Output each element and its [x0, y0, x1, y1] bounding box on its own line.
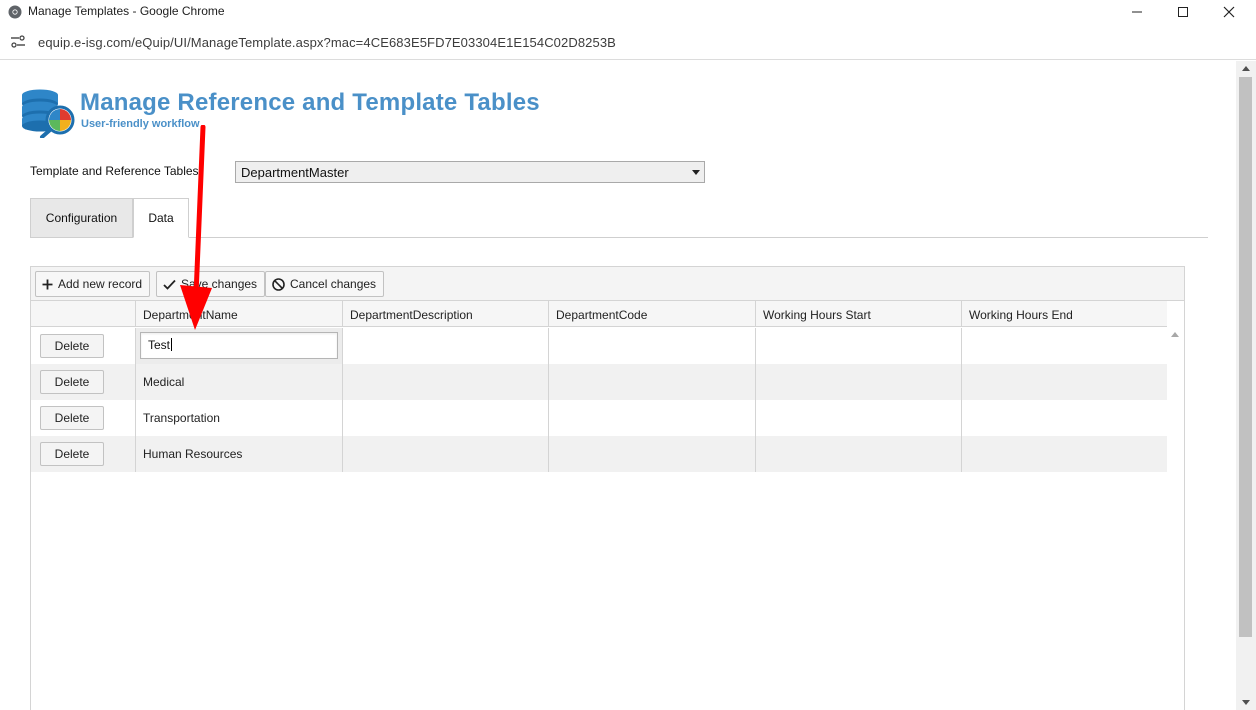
window-title: Manage Templates - Google Chrome — [28, 4, 225, 18]
database-report-logo-icon — [22, 89, 75, 138]
url-text[interactable]: equip.e-isg.com/eQuip/UI/ManageTemplate.… — [38, 35, 616, 50]
site-info-icon[interactable] — [10, 35, 26, 49]
departmentname-cell[interactable]: Medical — [135, 364, 342, 400]
page-title: Manage Reference and Template Tables — [80, 89, 540, 116]
grid-header-row: DepartmentName DepartmentDescription Dep… — [31, 301, 1167, 327]
table-row: Delete Human Resources — [31, 436, 1167, 472]
tab-data[interactable]: Data — [133, 198, 189, 238]
maximize-icon — [1178, 7, 1188, 17]
data-grid: Add new record Save changes Cancel chang… — [30, 266, 1185, 710]
departmentcode-cell[interactable] — [548, 364, 755, 400]
column-header-working-hours-start[interactable]: Working Hours Start — [755, 301, 961, 327]
delete-button[interactable]: Delete — [40, 406, 104, 430]
working-hours-end-cell[interactable] — [961, 364, 1167, 400]
grid-scrollbar[interactable] — [1167, 327, 1184, 710]
departmentcode-cell[interactable] — [548, 400, 755, 436]
page-viewport: Manage Reference and Template Tables Use… — [0, 61, 1256, 710]
cancel-icon — [272, 277, 285, 291]
tab-label: Configuration — [45, 211, 118, 225]
checkmark-icon — [163, 279, 176, 290]
text-cursor — [171, 338, 173, 351]
address-bar[interactable]: equip.e-isg.com/eQuip/UI/ManageTemplate.… — [0, 24, 1256, 60]
page-scrollbar[interactable] — [1236, 61, 1256, 710]
column-header-actions — [31, 301, 135, 327]
chevron-down-icon — [692, 170, 700, 175]
departmentname-cell[interactable]: Human Resources — [135, 436, 342, 472]
delete-button[interactable]: Delete — [40, 442, 104, 466]
add-new-record-label: Add new record — [58, 277, 143, 291]
departmentname-cell: Test — [135, 328, 342, 364]
window-titlebar: Manage Templates - Google Chrome — [0, 0, 1256, 24]
working-hours-start-cell[interactable] — [755, 436, 961, 472]
row-actions-cell: Delete — [31, 364, 135, 400]
departmentcode-cell[interactable] — [548, 328, 755, 364]
save-changes-label: Save changes — [181, 277, 258, 291]
departmentname-edit-input[interactable]: Test — [140, 332, 338, 359]
delete-button[interactable]: Delete — [40, 370, 104, 394]
column-header-departmentname[interactable]: DepartmentName — [135, 301, 342, 327]
row-actions-cell: Delete — [31, 328, 135, 364]
minimize-button[interactable] — [1114, 0, 1160, 24]
row-actions-cell: Delete — [31, 436, 135, 472]
working-hours-end-cell[interactable] — [961, 400, 1167, 436]
departmentdescription-cell[interactable] — [342, 364, 548, 400]
save-changes-button[interactable]: Save changes — [156, 271, 266, 297]
table-row: Delete Transportation — [31, 400, 1167, 436]
working-hours-end-cell[interactable] — [961, 328, 1167, 364]
scroll-down-icon[interactable] — [1242, 700, 1250, 705]
scrollbar-thumb[interactable] — [1239, 77, 1252, 637]
plus-icon — [42, 279, 53, 289]
close-icon — [1223, 6, 1235, 18]
working-hours-end-cell[interactable] — [961, 436, 1167, 472]
departmentdescription-cell[interactable] — [342, 400, 548, 436]
table-row: Delete Medical — [31, 364, 1167, 400]
grid-toolbar: Add new record Save changes Cancel chang… — [31, 267, 1184, 301]
chrome-icon — [8, 5, 22, 19]
cancel-changes-button[interactable]: Cancel changes — [265, 271, 385, 297]
cancel-changes-label: Cancel changes — [290, 277, 377, 291]
departmentname-cell[interactable]: Transportation — [135, 400, 342, 436]
close-window-button[interactable] — [1206, 0, 1252, 24]
delete-button[interactable]: Delete — [40, 334, 104, 358]
scroll-up-icon[interactable] — [1242, 66, 1250, 71]
table-select-dropdown[interactable]: DepartmentMaster — [235, 161, 705, 183]
tabs-divider — [30, 237, 1208, 238]
column-header-departmentcode[interactable]: DepartmentCode — [548, 301, 755, 327]
add-new-record-button[interactable]: Add new record — [35, 271, 151, 297]
page-subtitle: User-friendly workflow — [81, 118, 200, 130]
table-select-label: Template and Reference Tables — [30, 164, 199, 178]
table-select-value: DepartmentMaster — [241, 165, 349, 180]
column-header-departmentdescription[interactable]: DepartmentDescription — [342, 301, 548, 327]
edit-input-value: Test — [148, 338, 171, 352]
departmentdescription-cell[interactable] — [342, 328, 548, 364]
working-hours-start-cell[interactable] — [755, 400, 961, 436]
scroll-up-icon[interactable] — [1171, 332, 1179, 337]
column-header-working-hours-end[interactable]: Working Hours End — [961, 301, 1167, 327]
minimize-icon — [1132, 11, 1142, 13]
working-hours-start-cell[interactable] — [755, 364, 961, 400]
tab-configuration[interactable]: Configuration — [30, 198, 133, 238]
row-actions-cell: Delete — [31, 400, 135, 436]
tab-label: Data — [148, 211, 174, 225]
working-hours-start-cell[interactable] — [755, 328, 961, 364]
table-row: Delete Test — [31, 328, 1167, 364]
departmentdescription-cell[interactable] — [342, 436, 548, 472]
departmentcode-cell[interactable] — [548, 436, 755, 472]
maximize-button[interactable] — [1160, 0, 1206, 24]
